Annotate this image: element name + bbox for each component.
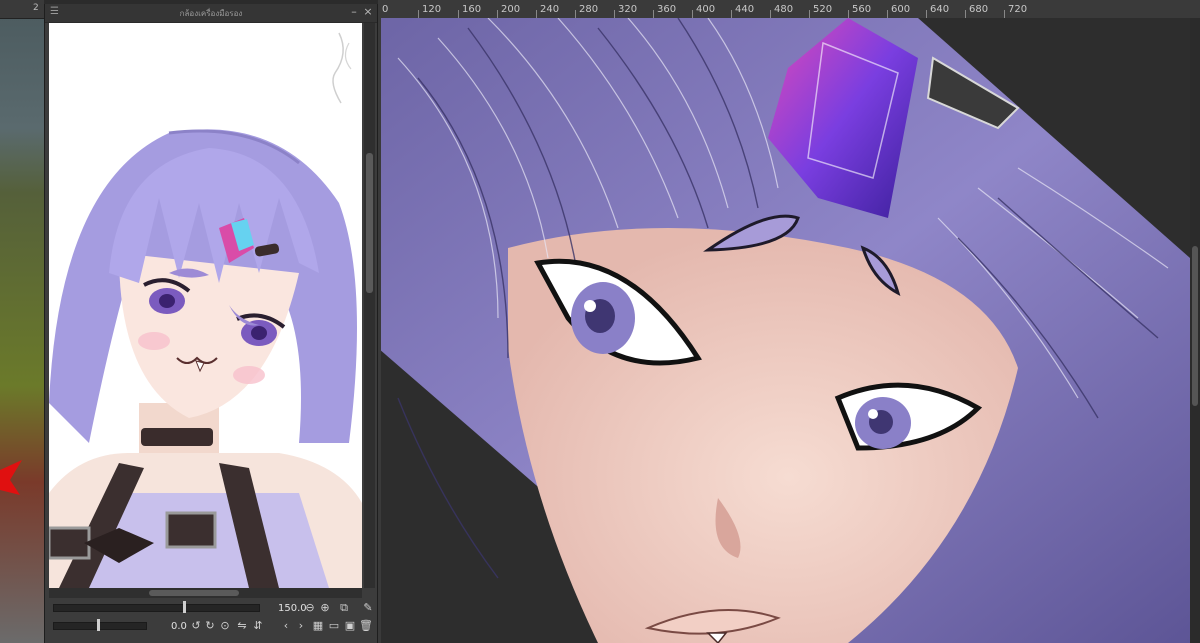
top-ruler: 0 120 160 200 240 280 320 360 400 440 48… <box>378 0 1200 19</box>
ruler-label: 600 <box>891 4 911 15</box>
ruler-tick <box>1004 10 1005 18</box>
ruler-label: 280 <box>579 4 599 15</box>
ruler-label: 400 <box>696 4 716 15</box>
ruler-tick <box>536 10 537 18</box>
ruler-tick <box>848 10 849 18</box>
ruler-label: 2 <box>33 3 39 13</box>
rotate-value: 0.0 <box>171 621 187 632</box>
ruler-label: 680 <box>969 4 989 15</box>
background-window-ruler: 2 <box>0 0 44 19</box>
ruler-tick <box>458 10 459 18</box>
grid-view-icon[interactable]: ▦ <box>311 619 325 633</box>
ruler-label: 160 <box>462 4 482 15</box>
ruler-tick <box>887 10 888 18</box>
ruler-label: 720 <box>1008 4 1028 15</box>
scrollbar-thumb[interactable] <box>366 153 373 293</box>
canvas-vertical-scrollbar[interactable] <box>1190 18 1200 643</box>
ruler-tick <box>653 10 654 18</box>
edit-icon[interactable]: ▣ <box>343 619 357 633</box>
canvas-drawing[interactable] <box>378 18 1190 643</box>
ruler-tick <box>692 10 693 18</box>
zoom-slider-handle[interactable] <box>183 601 186 613</box>
flip-vertical-icon[interactable]: ⇵ <box>251 619 265 633</box>
ruler-label: 240 <box>540 4 560 15</box>
navigator-titlebar[interactable]: ☰ กล้องเครื่องมือรอง – × <box>45 4 377 23</box>
zoom-slider[interactable] <box>53 604 260 612</box>
ruler-tick <box>418 10 419 18</box>
ruler-label: 360 <box>657 4 677 15</box>
background-window-strip: 2 <box>0 0 44 643</box>
navigator-preview[interactable] <box>49 23 362 588</box>
rotate-left-icon[interactable]: ↺ <box>189 619 203 633</box>
ruler-tick <box>497 10 498 18</box>
scrollbar-thumb[interactable] <box>1192 246 1198 406</box>
navigator-title: กล้องเครื่องมือรอง <box>179 9 243 18</box>
eyedropper-icon[interactable]: ✎ <box>361 601 375 615</box>
ruler-label: 480 <box>774 4 794 15</box>
rotate-slider-handle[interactable] <box>97 619 100 631</box>
ruler-tick <box>770 10 771 18</box>
rotate-slider[interactable] <box>53 622 147 630</box>
scrollbar-thumb[interactable] <box>149 590 239 596</box>
ruler-label: 120 <box>422 4 442 15</box>
navigator-panel: ☰ กล้องเครื่องมือรอง – × 150.0 ⊖ ⊕ ⧉ ✎ 0… <box>44 4 378 643</box>
ruler-label: 0 <box>382 4 389 15</box>
previous-icon[interactable]: ‹ <box>279 619 293 633</box>
red-stroke-mark <box>0 440 26 510</box>
ruler-tick <box>965 10 966 18</box>
minimize-button[interactable]: – <box>347 5 361 19</box>
close-button[interactable]: × <box>361 5 375 19</box>
ruler-label: 560 <box>852 4 872 15</box>
ruler-tick <box>809 10 810 18</box>
navigator-preview-image <box>49 23 362 588</box>
ruler-label: 320 <box>618 4 638 15</box>
ruler-label: 520 <box>813 4 833 15</box>
navigator-vertical-scrollbar[interactable] <box>364 23 375 588</box>
ruler-label: 640 <box>930 4 950 15</box>
delete-icon[interactable]: 🗑 <box>359 619 373 633</box>
ruler-tick <box>575 10 576 18</box>
ruler-label: 200 <box>501 4 521 15</box>
rotate-right-icon[interactable]: ↻ <box>203 619 217 633</box>
next-icon[interactable]: › <box>294 619 308 633</box>
open-folder-icon[interactable]: ▭ <box>327 619 341 633</box>
ruler-tick <box>731 10 732 18</box>
fit-window-icon[interactable]: ⧉ <box>337 601 351 615</box>
zoom-in-icon[interactable]: ⊕ <box>318 601 332 615</box>
canvas-artwork <box>378 18 1190 643</box>
navigator-horizontal-scrollbar[interactable] <box>49 588 362 598</box>
main-canvas-area: 0 120 160 200 240 280 320 360 400 440 48… <box>378 0 1200 643</box>
flip-horizontal-icon[interactable]: ⇋ <box>235 619 249 633</box>
ruler-label: 440 <box>735 4 755 15</box>
ruler-tick <box>614 10 615 18</box>
reset-rotate-icon[interactable]: ⊙ <box>218 619 232 633</box>
zoom-out-icon[interactable]: ⊖ <box>303 601 317 615</box>
left-ruler <box>378 18 381 643</box>
ruler-tick <box>926 10 927 18</box>
